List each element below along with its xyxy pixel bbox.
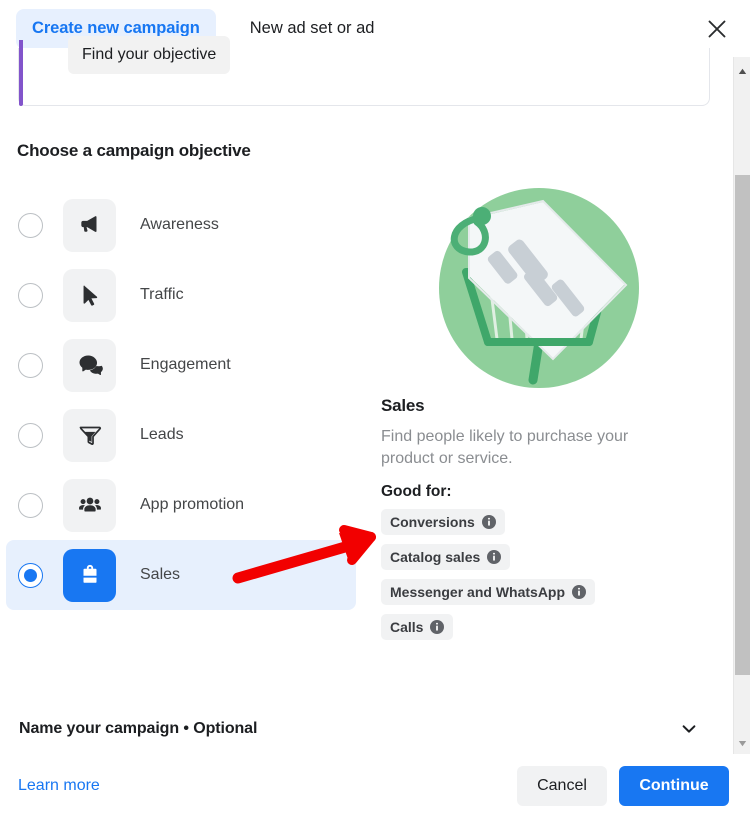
objective-label: App promotion <box>140 496 245 513</box>
close-icon <box>705 17 729 41</box>
tab-new-ad-set-or-ad-label: New ad set or ad <box>249 19 375 37</box>
funnel-icon <box>63 408 116 462</box>
info-icon[interactable] <box>487 550 502 564</box>
radio-leads[interactable] <box>18 422 43 448</box>
info-icon[interactable] <box>572 585 587 599</box>
vertical-scrollbar[interactable] <box>733 57 750 754</box>
tag-label: Catalog sales <box>390 549 481 565</box>
tag-label: Messenger and WhatsApp <box>390 584 566 600</box>
radio-app-promotion[interactable] <box>18 492 43 518</box>
speech-bubbles-icon <box>63 338 116 392</box>
objective-row-sales[interactable]: Sales <box>6 540 356 610</box>
continue-button[interactable]: Continue <box>619 766 729 806</box>
scroll-down-arrow-icon[interactable] <box>734 735 750 752</box>
tag-catalog-sales[interactable]: Catalog sales <box>381 544 511 570</box>
objective-detail-panel: Sales Find people likely to purchase you… <box>381 182 711 649</box>
dialog-footer: Learn more Cancel Continue <box>0 752 750 820</box>
shopping-cart-with-price-tag-illustration <box>381 182 711 394</box>
radio-engagement[interactable] <box>18 352 43 378</box>
objective-list: Awareness Traffic Engagement Leads App p… <box>6 190 356 610</box>
find-your-objective-label: Find your objective <box>82 46 217 63</box>
find-your-objective-chip[interactable]: Find your objective <box>68 36 231 74</box>
close-button[interactable] <box>704 16 730 42</box>
good-for-tag-list: Conversions Catalog sales Messenger and … <box>381 509 711 649</box>
objective-label: Traffic <box>140 286 184 303</box>
objective-label: Engagement <box>140 356 231 373</box>
name-your-campaign-label: Name your campaign • Optional <box>19 720 258 737</box>
objective-label: Sales <box>140 566 181 583</box>
detail-title: Sales <box>381 396 425 415</box>
learn-more-link[interactable]: Learn more <box>18 777 100 795</box>
objective-label: Leads <box>140 426 184 443</box>
people-group-icon <box>63 478 116 532</box>
objective-row-awareness[interactable]: Awareness <box>6 190 356 260</box>
cursor-arrow-icon <box>63 268 116 322</box>
objective-row-traffic[interactable]: Traffic <box>6 260 356 330</box>
tab-new-ad-set-or-ad[interactable]: New ad set or ad <box>242 9 383 49</box>
scroll-up-arrow-icon[interactable] <box>734 63 750 80</box>
objective-row-app-promotion[interactable]: App promotion <box>6 470 356 540</box>
tag-calls[interactable]: Calls <box>381 614 454 640</box>
tag-label: Conversions <box>390 514 475 530</box>
tag-label: Calls <box>390 619 424 635</box>
good-for-label: Good for: <box>381 483 452 500</box>
radio-sales[interactable] <box>18 562 43 588</box>
radio-traffic[interactable] <box>18 282 43 308</box>
shopping-bag-icon <box>63 548 116 602</box>
detail-description: Find people likely to purchase your prod… <box>381 428 629 467</box>
cancel-button[interactable]: Cancel <box>517 766 607 806</box>
find-objective-card: Find your objective <box>18 36 710 106</box>
megaphone-icon <box>63 198 116 252</box>
info-icon[interactable] <box>430 620 445 634</box>
objective-row-engagement[interactable]: Engagement <box>6 330 356 400</box>
radio-awareness[interactable] <box>18 212 43 238</box>
tag-conversions[interactable]: Conversions <box>381 509 505 535</box>
tag-messenger-and-whatsapp[interactable]: Messenger and WhatsApp <box>381 579 596 605</box>
card-accent-bar <box>19 40 23 106</box>
campaign-objective-dialog: Create new campaign New ad set or ad Fin… <box>0 0 750 820</box>
chevron-down-icon[interactable] <box>679 719 699 739</box>
name-your-campaign-section[interactable]: Name your campaign • Optional <box>19 705 709 753</box>
section-title: Choose a campaign objective <box>17 141 251 160</box>
objective-label: Awareness <box>140 216 219 233</box>
scrollbar-thumb[interactable] <box>735 175 750 675</box>
info-icon[interactable] <box>481 515 496 529</box>
objective-row-leads[interactable]: Leads <box>6 400 356 470</box>
